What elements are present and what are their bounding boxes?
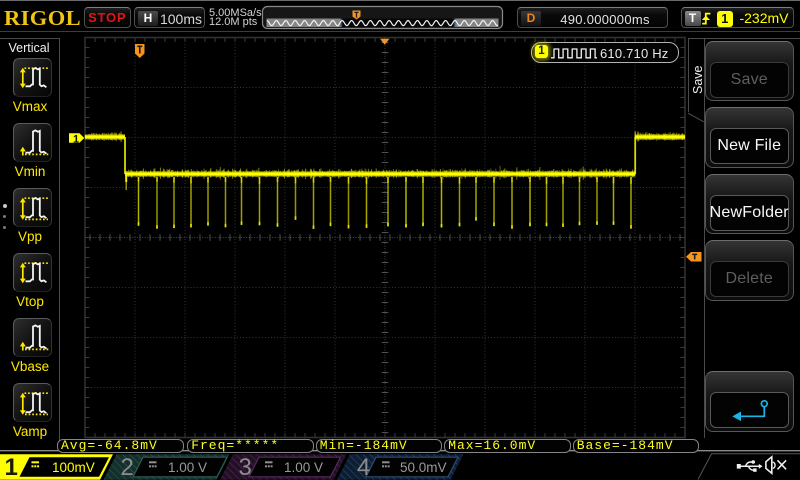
- svg-text:1: 1: [73, 133, 79, 145]
